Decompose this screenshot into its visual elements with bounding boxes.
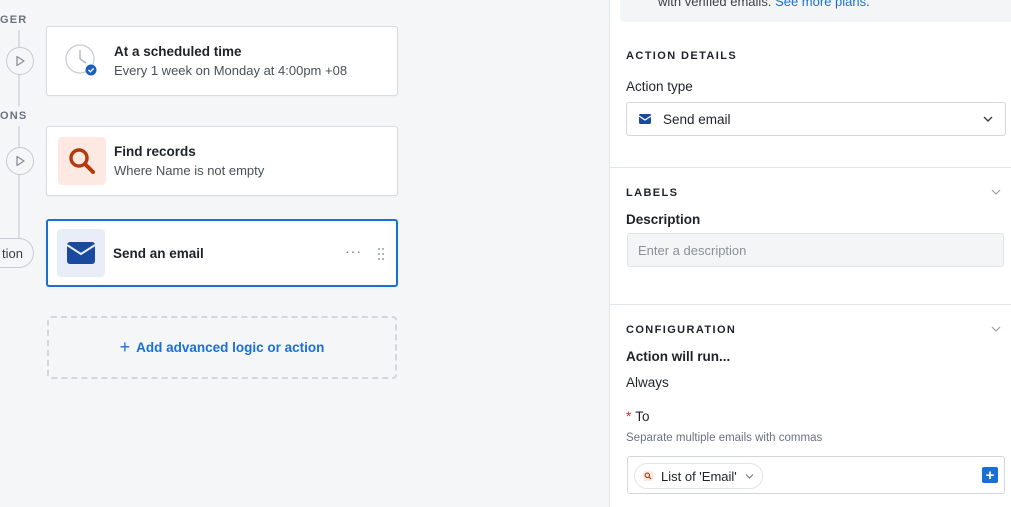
card-subtitle: Every 1 week on Monday at 4:00pm +08 bbox=[114, 63, 348, 78]
notice-trailing: . bbox=[866, 0, 870, 9]
actions-section-label: ONS bbox=[0, 110, 28, 122]
action-type-value: Send email bbox=[663, 111, 731, 127]
more-options-icon[interactable]: ··· bbox=[345, 243, 362, 259]
test-action-button[interactable] bbox=[6, 147, 34, 175]
play-icon bbox=[16, 55, 25, 67]
search-icon bbox=[643, 471, 653, 481]
required-marker: * bbox=[626, 409, 632, 424]
action-type-label: Action type bbox=[626, 79, 693, 94]
description-input[interactable]: Enter a description bbox=[627, 233, 1004, 267]
automation-canvas: GER ONS tion At a scheduled time Every 1… bbox=[0, 0, 609, 507]
to-recipients-input[interactable]: List of 'Email' + bbox=[627, 456, 1005, 494]
labels-heading: LABELS bbox=[626, 187, 679, 199]
card-subtitle: Where Name is not empty bbox=[114, 163, 265, 178]
to-field-label: * To bbox=[626, 409, 650, 424]
run-condition-value[interactable]: Always bbox=[626, 375, 669, 390]
trigger-section-label: GER bbox=[0, 14, 28, 26]
divider bbox=[610, 167, 1011, 168]
clock-icon bbox=[58, 37, 106, 85]
send-email-card[interactable]: Send an email ··· bbox=[46, 219, 398, 287]
add-recipient-button[interactable]: + bbox=[982, 467, 998, 483]
to-field-hint: Separate multiple emails with commas bbox=[626, 432, 823, 444]
card-title: At a scheduled time bbox=[114, 44, 242, 59]
find-records-card[interactable]: Find records Where Name is not empty bbox=[46, 126, 398, 196]
action-type-select[interactable]: Send email bbox=[626, 102, 1006, 136]
card-title: Find records bbox=[114, 144, 196, 159]
condition-pill[interactable]: tion bbox=[0, 238, 34, 268]
see-more-plans-link[interactable]: See more plans bbox=[775, 0, 866, 9]
test-trigger-button[interactable] bbox=[6, 47, 34, 75]
add-logic-action-button[interactable]: + Add advanced logic or action bbox=[47, 316, 397, 379]
envelope-icon bbox=[639, 114, 651, 124]
description-label: Description bbox=[626, 212, 701, 227]
run-condition-label: Action will run... bbox=[626, 349, 731, 364]
configuration-heading: CONFIGURATION bbox=[626, 324, 737, 336]
search-icon bbox=[58, 137, 106, 185]
chevron-down-icon[interactable] bbox=[991, 326, 1001, 332]
trigger-card[interactable]: At a scheduled time Every 1 week on Mond… bbox=[46, 26, 398, 96]
plan-notice: with verified emails. See more plans. bbox=[620, 0, 1011, 22]
notice-text: with verified emails. bbox=[658, 0, 772, 9]
add-logic-action-label: Add advanced logic or action bbox=[136, 340, 325, 355]
envelope-icon bbox=[57, 229, 105, 277]
chevron-down-icon[interactable] bbox=[991, 189, 1001, 195]
chevron-down-icon bbox=[745, 473, 754, 479]
play-icon bbox=[16, 155, 25, 167]
card-title: Send an email bbox=[113, 245, 204, 261]
divider bbox=[610, 304, 1011, 305]
plus-icon: + bbox=[119, 337, 131, 357]
to-label-text: To bbox=[635, 409, 650, 424]
drag-handle-icon[interactable] bbox=[377, 247, 385, 261]
recipient-token-label: List of 'Email' bbox=[661, 468, 737, 484]
action-details-heading: ACTION DETAILS bbox=[626, 50, 738, 62]
connector-rail bbox=[18, 126, 20, 238]
action-config-panel: with verified emails. See more plans. AC… bbox=[609, 0, 1011, 507]
recipient-token[interactable]: List of 'Email' bbox=[634, 463, 763, 489]
chevron-down-icon bbox=[983, 116, 993, 122]
